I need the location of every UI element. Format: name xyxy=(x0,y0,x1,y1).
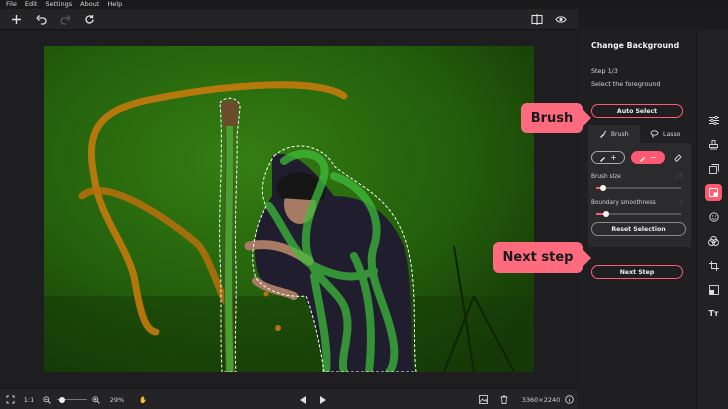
zoom-slider[interactable] xyxy=(55,389,89,409)
minus-icon: − xyxy=(650,153,657,162)
stamp-icon[interactable] xyxy=(705,136,722,153)
lasso-icon xyxy=(650,130,659,138)
tab-lasso-label: Lasso xyxy=(663,130,681,138)
next-icon[interactable] xyxy=(317,389,327,409)
redo-icon[interactable] xyxy=(57,11,74,28)
menu-file[interactable]: File xyxy=(6,0,17,9)
prev-icon[interactable] xyxy=(298,389,308,409)
hand-icon[interactable]: ✋ xyxy=(137,389,149,409)
undo-icon[interactable] xyxy=(33,11,50,28)
compare-icon[interactable] xyxy=(528,11,545,28)
change-background-panel: Change Background Step 1/3 Select the fo… xyxy=(578,30,696,409)
fullscreen-icon[interactable] xyxy=(4,389,16,409)
text-icon[interactable]: Tт xyxy=(705,305,722,322)
trash-icon[interactable] xyxy=(498,389,510,409)
zoom-in-icon[interactable] xyxy=(91,389,101,409)
brush-size-slider[interactable] xyxy=(596,184,681,191)
bottom-bar: 1:1 29% ✋ 3360×2240 xyxy=(0,388,578,409)
canvas-area xyxy=(0,30,578,388)
reset-selection-button[interactable]: Reset Selection xyxy=(591,222,686,236)
sliders-icon[interactable] xyxy=(705,112,722,129)
menu-edit[interactable]: Edit xyxy=(25,0,38,9)
brush-size-value: 25 xyxy=(675,174,683,180)
refresh-icon[interactable] xyxy=(81,11,98,28)
crop-icon[interactable] xyxy=(705,257,722,274)
face-icon[interactable] xyxy=(705,208,722,225)
step-description: Select the foreground xyxy=(591,80,661,88)
color-circles-icon[interactable] xyxy=(705,232,722,249)
plus-icon: + xyxy=(610,153,617,162)
menu-bar: File Edit Settings About Help xyxy=(0,0,728,9)
tab-brush[interactable]: Brush xyxy=(588,125,640,143)
next-step-callout: Next step xyxy=(493,242,591,273)
brush-subtract-button[interactable]: − xyxy=(631,151,665,164)
menu-settings[interactable]: Settings xyxy=(45,0,72,9)
boundary-smoothness-label: Boundary smoothness xyxy=(591,200,656,206)
zoom-out-icon[interactable] xyxy=(42,389,52,409)
eraser-icon[interactable] xyxy=(671,151,685,164)
boundary-smoothness-value: 1 xyxy=(679,200,683,206)
resize-icon[interactable] xyxy=(705,281,722,298)
selection-tabs: Brush Lasso xyxy=(588,125,691,143)
auto-select-button[interactable]: Auto Select xyxy=(591,104,683,118)
tab-brush-label: Brush xyxy=(610,130,629,138)
brush-callout: Brush xyxy=(521,103,591,133)
boundary-smoothness-slider[interactable] xyxy=(596,210,681,217)
brush-icon xyxy=(599,130,607,138)
eye-icon[interactable] xyxy=(552,11,569,28)
tool-rail: Tт xyxy=(696,30,728,409)
brush-add-button[interactable]: + xyxy=(591,151,625,164)
menu-about[interactable]: About xyxy=(80,0,99,9)
brush-size-label: Brush size xyxy=(591,174,621,180)
image-icon[interactable] xyxy=(477,389,489,409)
zoom-value: 29% xyxy=(109,395,125,404)
step-label: Step 1/3 xyxy=(591,67,618,75)
brush-options: + − Brush size 25 Boundary smoothness 1 … xyxy=(588,143,691,247)
ratio-button[interactable]: 1:1 xyxy=(22,389,36,409)
plus-icon[interactable] xyxy=(8,11,25,28)
photo-artwork xyxy=(44,46,534,372)
background-icon[interactable] xyxy=(705,184,722,201)
info-icon[interactable] xyxy=(563,389,575,409)
menu-help[interactable]: Help xyxy=(107,0,122,9)
next-step-button[interactable]: Next Step xyxy=(591,265,683,279)
top-toolbar xyxy=(0,9,578,30)
photo-canvas[interactable] xyxy=(44,46,534,372)
boundary-smoothness-knob[interactable] xyxy=(603,210,609,217)
tab-lasso[interactable]: Lasso xyxy=(640,125,692,143)
zoom-slider-knob[interactable] xyxy=(59,396,65,403)
layers-icon[interactable] xyxy=(705,160,722,177)
image-dimensions: 3360×2240 xyxy=(521,395,561,404)
panel-title: Change Background xyxy=(591,41,680,50)
brush-size-knob[interactable] xyxy=(600,184,606,191)
